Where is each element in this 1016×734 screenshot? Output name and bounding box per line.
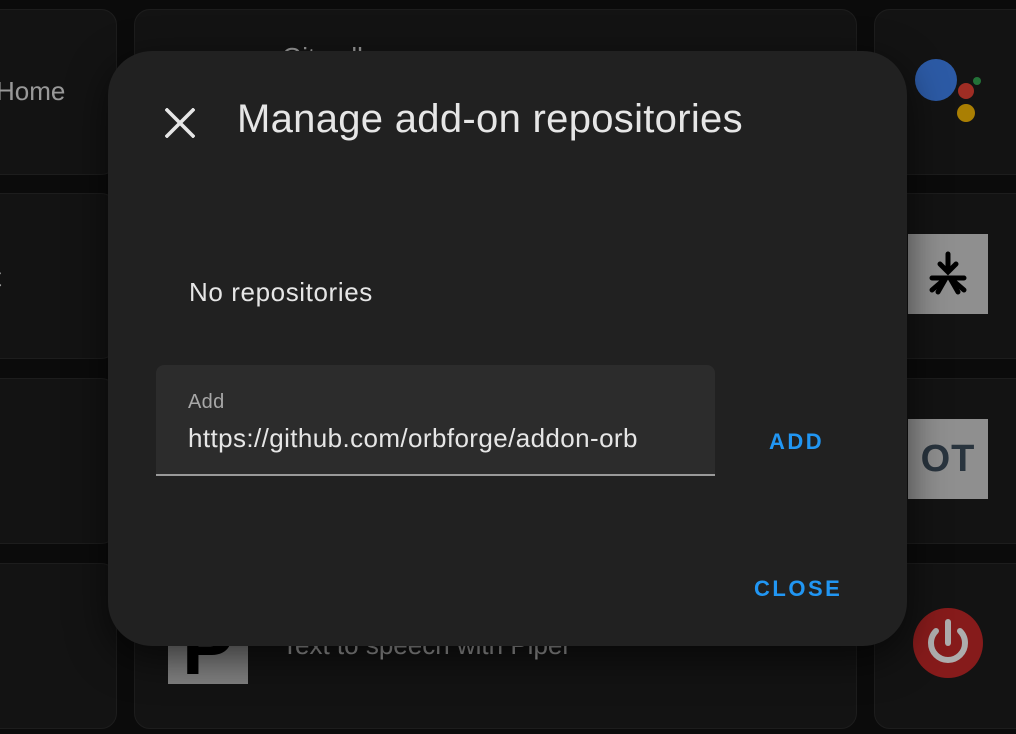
add-repository-input[interactable] (188, 421, 688, 455)
app-screen: Home t Git pull P Text to speech with Pi… (0, 0, 1016, 734)
dialog-title: Manage add-on repositories (237, 97, 743, 141)
add-repository-field[interactable]: Add (156, 365, 715, 476)
manage-repositories-dialog: Manage add-on repositories No repositori… (108, 51, 907, 646)
close-icon-button[interactable] (160, 103, 200, 143)
empty-repositories-text: No repositories (189, 277, 373, 307)
close-icon (165, 108, 195, 138)
add-button[interactable]: ADD (769, 429, 824, 455)
close-button[interactable]: CLOSE (754, 576, 842, 602)
add-repository-label: Add (188, 391, 225, 413)
